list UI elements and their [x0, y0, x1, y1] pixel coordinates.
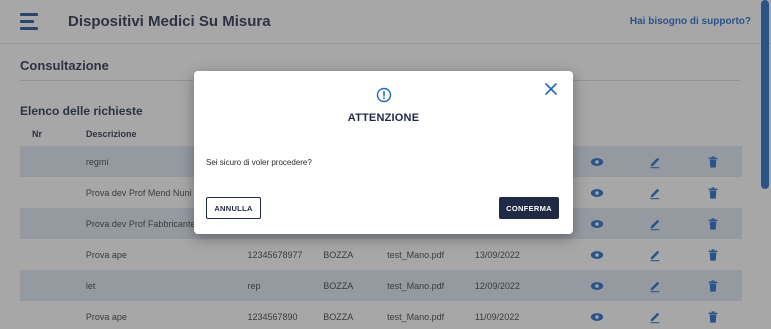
close-icon[interactable] [543, 81, 559, 97]
dialog-message: Sei sicuro di voler procedere? [206, 158, 312, 167]
dialog-title: ATTENZIONE [347, 112, 420, 124]
confirm-button[interactable]: CONFERMA [499, 197, 559, 219]
confirm-dialog: ATTENZIONE Sei sicuro di voler procedere… [194, 71, 573, 234]
alert-circle-icon [376, 87, 392, 103]
cancel-button[interactable]: ANNULLA [206, 197, 261, 219]
